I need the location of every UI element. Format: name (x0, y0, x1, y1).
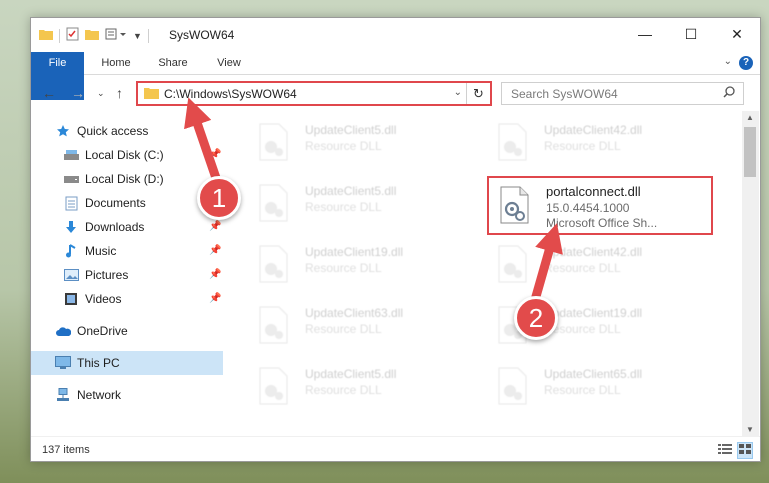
dll-file-icon (495, 245, 529, 283)
tab-share[interactable]: Share (147, 52, 199, 74)
dll-file-icon (256, 123, 290, 161)
sidebar-item-this-pc[interactable]: This PC (31, 351, 223, 375)
pin-icon[interactable]: 📌 (209, 269, 221, 280)
dll-file-icon (256, 245, 290, 283)
chevron-down-icon[interactable]: ⌄ (454, 87, 462, 98)
details-view-icon[interactable] (718, 443, 732, 458)
list-item[interactable]: UpdateClient19.dll Resource DLL (248, 239, 468, 287)
customize-toolbar-icon[interactable] (105, 28, 127, 43)
sidebar-item-local-disk-c[interactable]: Local Disk (C:) 📌 (31, 143, 223, 167)
title-bar: ▼ SysWOW64 — ☐ ✕ (31, 18, 760, 52)
dll-file-icon (256, 367, 290, 405)
pin-icon[interactable]: 📌 (209, 221, 221, 232)
chevron-down-icon[interactable]: ▼ (133, 31, 142, 41)
download-icon (63, 219, 79, 235)
dll-file-icon (497, 186, 531, 224)
list-item[interactable]: UpdateClient42.dll Resource DLL (487, 117, 707, 165)
refresh-icon[interactable]: ↻ (466, 83, 490, 104)
tab-home[interactable]: Home (91, 52, 141, 74)
list-item[interactable]: UpdateClient65.dll Resource DLL (487, 361, 707, 409)
forward-icon[interactable]: → (71, 85, 85, 101)
pin-icon[interactable]: 📌 (209, 245, 221, 256)
list-item[interactable]: UpdateClient5.dll Resource DLL (248, 178, 468, 226)
help-icon[interactable]: ? (739, 56, 753, 70)
list-item[interactable]: UpdateClient5.dll Resource DLL (248, 361, 468, 409)
scroll-down-icon[interactable]: ▼ (746, 425, 754, 434)
sidebar-item-quick-access[interactable]: Quick access (31, 119, 223, 143)
step-1-badge: 1 (197, 176, 241, 220)
file-list: UpdateClient5.dll Resource DLL UpdateCli… (228, 111, 742, 436)
folder-icon[interactable] (39, 28, 53, 43)
sidebar-item-pictures[interactable]: Pictures 📌 (31, 263, 223, 287)
toolbar-divider (59, 28, 60, 43)
cloud-icon (55, 323, 71, 339)
address-bar[interactable]: C:\Windows\SysWOW64 ⌄ ↻ (136, 81, 492, 106)
dll-file-icon (256, 306, 290, 344)
window-title: SysWOW64 (169, 28, 235, 42)
dll-file-icon (495, 123, 529, 161)
tab-view[interactable]: View (205, 52, 253, 74)
back-icon[interactable]: ← (42, 85, 56, 101)
list-item[interactable]: UpdateClient42.dll Resource DLL (487, 239, 707, 287)
computer-icon (55, 355, 71, 371)
star-icon (55, 123, 71, 139)
file-explorer-window: ▼ SysWOW64 — ☐ ✕ File Home Share View ⌄ … (30, 17, 761, 462)
folder-icon (144, 86, 159, 102)
pictures-icon (63, 267, 79, 283)
minimize-button[interactable]: — (622, 18, 668, 50)
navigation-pane: Quick access Local Disk (C:) 📌 Local Dis… (31, 111, 224, 436)
dll-file-icon (256, 184, 290, 222)
dll-file-icon (495, 367, 529, 405)
scroll-up-icon[interactable]: ▲ (746, 113, 754, 122)
status-bar: 137 items (31, 436, 760, 462)
documents-icon (63, 195, 79, 211)
sidebar-item-network[interactable]: Network (31, 383, 223, 407)
videos-icon (63, 291, 79, 307)
search-placeholder: Search SysWOW64 (511, 86, 618, 101)
search-icon[interactable] (723, 86, 735, 101)
maximize-button[interactable]: ☐ (668, 18, 714, 50)
drive-icon (63, 171, 79, 187)
recent-locations-icon[interactable]: ⌄ (97, 88, 105, 99)
step-2-badge: 2 (514, 296, 558, 340)
vertical-scrollbar[interactable]: ▲ ▼ (742, 111, 759, 436)
sidebar-item-downloads[interactable]: Downloads 📌 (31, 215, 223, 239)
music-icon (63, 243, 79, 259)
list-item[interactable]: UpdateClient63.dll Resource DLL (248, 300, 468, 348)
list-item[interactable]: UpdateClient5.dll Resource DLL (248, 117, 468, 165)
drive-icon (63, 147, 79, 163)
tiles-view-icon[interactable] (737, 442, 753, 459)
sidebar-item-onedrive[interactable]: OneDrive (31, 319, 223, 343)
list-item-portalconnect[interactable]: portalconnect.dll 15.0.4454.1000 Microso… (487, 176, 713, 235)
up-icon[interactable]: ↑ (116, 85, 123, 101)
pin-icon[interactable]: 📌 (209, 149, 221, 160)
item-count: 137 items (42, 444, 90, 456)
quick-access-toolbar: ▼ (39, 27, 149, 44)
sidebar-item-local-disk-d[interactable]: Local Disk (D:) (31, 167, 223, 191)
navigation-bar: ← → ⌄ ↑ C:\Windows\SysWOW64 ⌄ ↻ Search S… (31, 76, 760, 111)
properties-icon[interactable] (66, 27, 79, 44)
sidebar-item-music[interactable]: Music 📌 (31, 239, 223, 263)
sidebar-item-documents[interactable]: Documents 📌 (31, 191, 223, 215)
close-button[interactable]: ✕ (714, 18, 760, 50)
expand-ribbon-icon[interactable]: ⌄ (724, 56, 732, 67)
network-icon (55, 387, 71, 403)
view-toggle (718, 442, 753, 459)
address-path[interactable]: C:\Windows\SysWOW64 (164, 87, 297, 101)
pin-icon[interactable]: 📌 (209, 293, 221, 304)
search-input[interactable]: Search SysWOW64 (501, 82, 744, 105)
window-controls: — ☐ ✕ (622, 18, 760, 50)
new-folder-icon[interactable] (85, 28, 99, 43)
sidebar-item-videos[interactable]: Videos 📌 (31, 287, 223, 311)
ribbon-tabs: File Home Share View ⌄ ? (31, 52, 760, 100)
toolbar-divider (147, 28, 149, 43)
scroll-thumb[interactable] (744, 127, 756, 177)
